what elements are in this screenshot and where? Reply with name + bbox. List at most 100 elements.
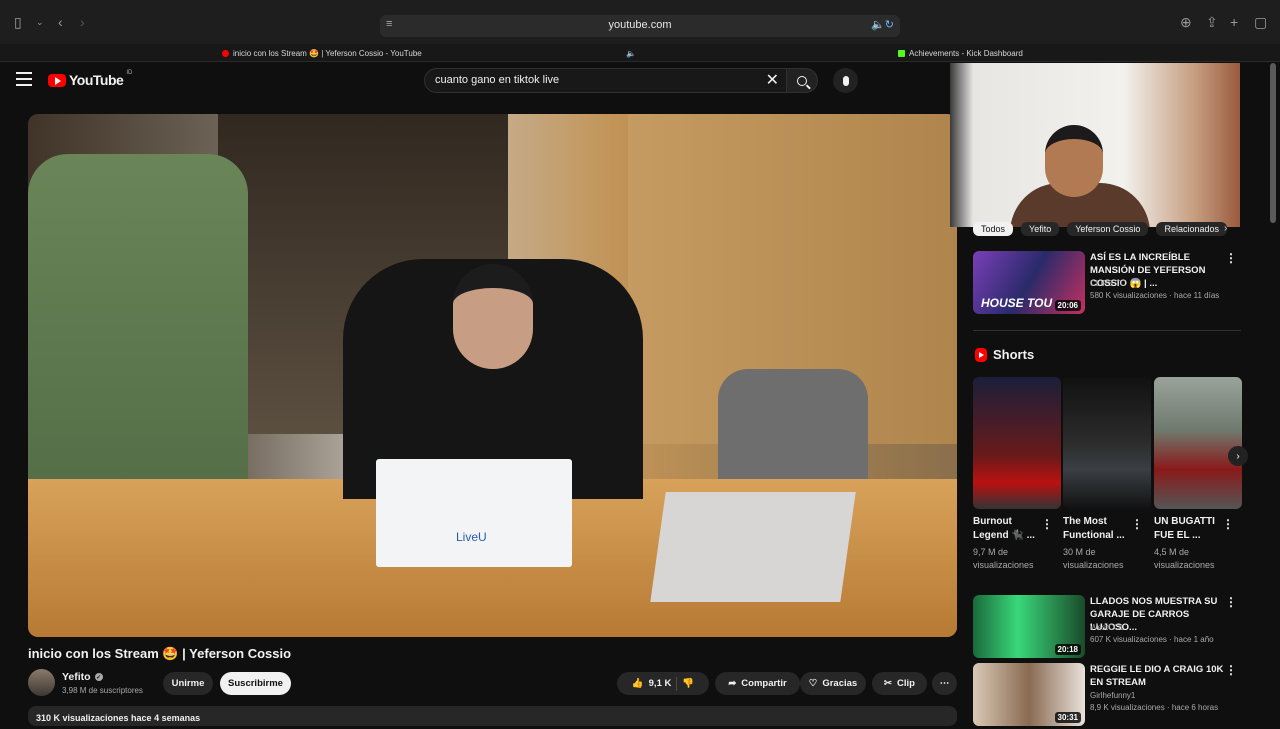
divider [676,676,678,691]
video-scene-laptop [650,492,856,602]
youtube-logo[interactable]: YouTube ID [48,70,133,88]
shorts-header: Shorts [975,347,1034,362]
download-icon[interactable]: ⊕ [1180,14,1192,31]
video-thumbnail[interactable]: HOUSE TOU 20:06 [973,251,1085,314]
box-label: LiveU [456,530,487,544]
thanks-button[interactable]: ♡ Gracias [800,672,866,695]
chevron-right-icon[interactable]: › [1228,446,1248,466]
related-video[interactable]: 20:18 LLADOS NOS MUESTRA SU GARAJE DE CA… [973,595,1241,661]
related-channel[interactable]: Girlhefunny1 [1090,691,1135,700]
avatar[interactable] [28,669,55,696]
search-button[interactable] [786,68,818,93]
channel-name-row[interactable]: Yefito ✓ [62,671,103,683]
views-line: 310 K visualizaciones hace 4 semanas [36,713,201,723]
voice-search-button[interactable] [833,68,858,93]
duration-badge: 20:18 [1054,644,1081,655]
clip-button[interactable]: ✂ Clip [872,672,927,695]
close-icon[interactable]: ✕ [766,70,779,90]
short-title[interactable]: The Most Functional ... [1063,515,1133,543]
related-video[interactable]: HOUSE TOU 20:06 ASÍ ES LA INCREÍBLE MANS… [973,251,1241,317]
duration-badge: 20:06 [1054,300,1081,311]
short-thumbnail[interactable] [1063,377,1151,509]
logo-country: ID [126,70,133,76]
webcam-head [1045,125,1103,197]
kick-favicon-icon [898,49,905,57]
related-video[interactable]: 30:31 REGGIE LE DIO A CRAIG 10K EN STREA… [973,663,1241,729]
url-text: youtube.com [608,19,672,31]
forward-icon[interactable]: › [80,14,85,30]
thumbs-down-icon[interactable]: 👎 [682,678,694,689]
chip-relacionados[interactable]: Relacionados [1156,222,1227,236]
scrollbar[interactable] [1270,63,1276,223]
short-views: 4,5 M de visualizaciones [1154,547,1215,570]
subscriber-count: 3,98 M de suscriptores [62,686,143,695]
related-channel[interactable]: CLIPS TC [1090,279,1126,288]
short-thumbnail[interactable] [973,377,1061,509]
short-item[interactable]: The Most Functional ... 30 M de visualiz… [1063,377,1151,572]
video-title: inicio con los Stream 🤩 | Yeferson Cossi… [28,646,292,661]
video-thumbnail[interactable]: 20:18 [973,595,1085,658]
video-thumbnail[interactable]: 30:31 [973,663,1085,726]
chevron-down-icon[interactable]: ⌄ [36,17,44,28]
video-scene-cameraman [28,154,248,534]
subscribe-button[interactable]: Suscribirme [220,672,291,695]
chip-todos[interactable]: Todos [973,222,1014,236]
video-player[interactable]: LiveU [28,114,957,637]
search-input[interactable]: cuanto gano en tiktok live [435,74,559,86]
like-dislike-group: 👍 9,1 K 👎 [617,672,709,695]
tab-strip: inicio con los Stream 🤩 | Yeferson Cossi… [0,44,1280,62]
mute-icon[interactable]: 🔈 [626,46,636,60]
thumbs-up-icon[interactable]: 👍 [632,678,644,689]
address-bar[interactable]: ≡ youtube.com 🔈↻ [380,15,900,37]
divider [973,330,1241,331]
audio-reload-icon[interactable]: 🔈↻ [871,18,894,31]
new-tab-icon[interactable]: + [1230,14,1238,30]
share-button[interactable]: ➦ Compartir [715,672,800,695]
menu-icon[interactable] [16,72,32,86]
chip-yeferson-cossio[interactable]: Yeferson Cossio [1067,222,1149,236]
join-button[interactable]: Unirme [163,672,213,695]
short-item[interactable]: Burnout Legend 🐈‍⬛ ... 9,7 M de visualiz… [973,377,1061,572]
more-options-icon[interactable]: ⋮ [1041,517,1053,531]
short-title[interactable]: UN BUGATTI FUE EL ... [1154,515,1224,543]
back-icon[interactable]: ‹ [58,14,63,30]
search-box[interactable]: cuanto gano en tiktok live ✕ [424,68,788,93]
related-channel[interactable]: WestCOL [1090,623,1125,632]
youtube-favicon-icon [222,49,229,57]
sidebar-toggle-icon[interactable]: ▯ [14,14,22,31]
clip-label: Clip [897,678,915,689]
youtube-play-icon [48,73,66,87]
scissors-icon: ✂ [884,678,892,689]
more-options-icon[interactable]: ⋮ [1225,663,1237,677]
tab-kick[interactable]: Achievements - Kick Dashboard [898,46,1023,60]
chip-yefito[interactable]: Yefito [1021,222,1060,236]
short-thumbnail[interactable] [1154,377,1242,509]
more-options-icon[interactable]: ⋮ [1225,595,1237,609]
channel-name[interactable]: Yefito [62,671,91,683]
video-scene-box [376,459,572,567]
related-title[interactable]: REGGIE LE DIO A CRAIG 10K EN STREAM [1090,663,1230,689]
more-options-icon[interactable]: ⋮ [1225,251,1237,265]
tab-title: Achievements - Kick Dashboard [909,48,1023,58]
short-title[interactable]: Burnout Legend 🐈‍⬛ ... [973,515,1043,543]
short-views: 30 M de visualizaciones [1063,547,1124,570]
short-item[interactable]: UN BUGATTI FUE EL ... 4,5 M de visualiza… [1154,377,1242,572]
heart-dollar-icon: ♡ [808,678,818,689]
more-actions-button[interactable]: ⋯ [932,672,957,695]
like-count[interactable]: 9,1 K [649,678,672,689]
webcam-overlay [950,63,1240,227]
short-views: 9,7 M de visualizaciones [973,547,1034,570]
more-options-icon[interactable]: ⋮ [1222,517,1234,531]
video-scene-head [453,264,533,369]
related-meta: 580 K visualizaciones · hace 11 días [1090,291,1220,300]
duration-badge: 30:31 [1054,712,1081,723]
verified-icon: ✓ [94,673,103,681]
tab-youtube[interactable]: inicio con los Stream 🤩 | Yeferson Cossi… [222,46,422,60]
tab-overview-icon[interactable]: ▢ [1254,14,1267,31]
youtube-header: YouTube ID cuanto gano en tiktok live ✕ [0,62,950,102]
chevron-right-icon[interactable]: › [1224,223,1227,234]
share-label: Compartir [741,678,787,689]
share-icon[interactable]: ⇪ [1206,14,1218,31]
more-options-icon[interactable]: ⋮ [1131,517,1143,531]
search-icon [797,75,807,86]
